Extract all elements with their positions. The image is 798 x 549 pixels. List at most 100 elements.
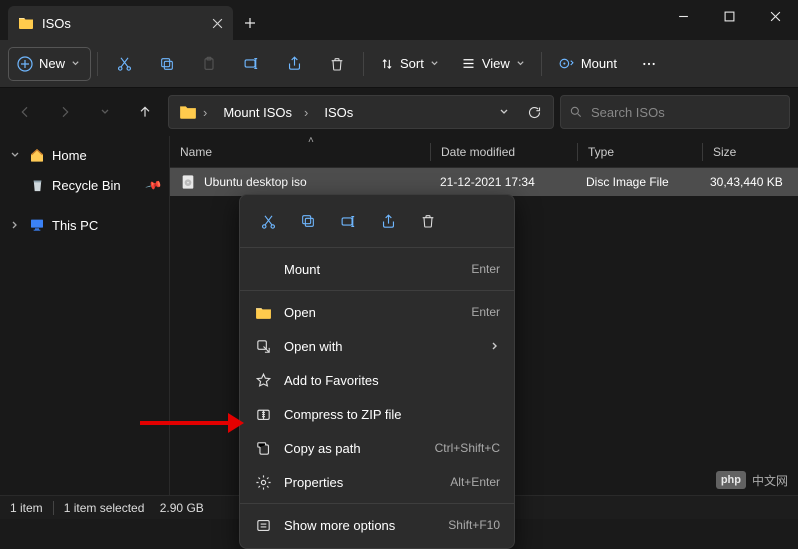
recycle-bin-icon <box>28 178 46 193</box>
ctx-copy-button[interactable] <box>290 205 326 237</box>
ctx-open-with[interactable]: Open with <box>240 329 514 363</box>
forward-button[interactable] <box>48 95 82 129</box>
minimize-button[interactable] <box>660 0 706 32</box>
divider <box>97 52 98 76</box>
list-icon <box>461 56 476 71</box>
close-button[interactable] <box>752 0 798 32</box>
sort-button[interactable]: Sort <box>370 47 449 81</box>
sidebar-item-thispc[interactable]: This PC <box>0 210 169 240</box>
pin-icon: 📌 <box>145 176 163 194</box>
ctx-copy-path[interactable]: Copy as path Ctrl+Shift+C <box>240 431 514 465</box>
tab-active[interactable]: ISOs <box>8 6 233 40</box>
more-button[interactable] <box>629 47 669 81</box>
status-selected: 1 item selected <box>64 501 145 515</box>
tab-title: ISOs <box>42 16 71 31</box>
mount-button[interactable]: Mount <box>548 47 627 81</box>
file-name: Ubuntu desktop iso <box>204 175 307 189</box>
status-size: 2.90 GB <box>160 501 204 515</box>
refresh-button[interactable] <box>519 97 549 127</box>
column-headers: ˄ Name Date modified Type Size <box>170 136 798 168</box>
view-button[interactable]: View <box>451 47 535 81</box>
sort-label: Sort <box>400 56 424 71</box>
file-type: Disc Image File <box>576 175 700 189</box>
file-size: 30,43,440 KB <box>700 175 798 189</box>
copy-path-icon <box>254 440 272 457</box>
ctx-open[interactable]: Open Enter <box>240 295 514 329</box>
recent-button[interactable] <box>88 95 122 129</box>
open-with-icon <box>254 338 272 355</box>
disc-file-icon <box>180 174 196 190</box>
ctx-properties[interactable]: Properties Alt+Enter <box>240 465 514 499</box>
search-box[interactable] <box>560 95 790 129</box>
chevron-right-icon <box>490 341 500 351</box>
watermark-tag: php <box>716 471 746 489</box>
sidebar-label: Home <box>52 148 87 163</box>
sidebar-label: This PC <box>52 218 98 233</box>
divider <box>363 52 364 76</box>
ctx-more-options[interactable]: Show more options Shift+F10 <box>240 508 514 542</box>
ctx-favorites[interactable]: Add to Favorites <box>240 363 514 397</box>
back-button[interactable] <box>8 95 42 129</box>
new-button[interactable]: New <box>8 47 91 81</box>
context-menu: Mount Enter Open Enter Open with Add to … <box>239 194 515 549</box>
chevron-down-icon <box>8 150 22 160</box>
up-button[interactable] <box>128 95 162 129</box>
sort-indicator-icon: ˄ <box>308 135 314 146</box>
sidebar-label: Recycle Bin <box>52 178 121 193</box>
disc-mount-icon <box>558 55 575 72</box>
zip-icon <box>254 406 272 423</box>
ctx-cut-button[interactable] <box>250 205 286 237</box>
titlebar: ISOs <box>0 0 798 40</box>
breadcrumb-root-icon[interactable]: › <box>173 99 215 125</box>
address-row: › Mount ISOs› ISOs <box>0 88 798 136</box>
ctx-compress[interactable]: Compress to ZIP file <box>240 397 514 431</box>
new-tab-button[interactable] <box>233 6 267 40</box>
column-type[interactable]: Type <box>578 145 702 159</box>
paste-button[interactable] <box>189 47 229 81</box>
rename-button[interactable] <box>231 47 272 81</box>
mount-label: Mount <box>581 56 617 71</box>
window-controls <box>660 0 798 32</box>
ctx-rename-button[interactable] <box>330 205 366 237</box>
search-input[interactable] <box>591 105 781 120</box>
file-date: 21-12-2021 17:34 <box>430 175 576 189</box>
more-options-icon <box>254 517 272 534</box>
folder-open-icon <box>254 304 272 321</box>
watermark: php 中文网 <box>716 471 788 489</box>
history-dropdown-button[interactable] <box>489 97 519 127</box>
sidebar: Home Recycle Bin 📌 This PC <box>0 136 170 495</box>
divider <box>541 52 542 76</box>
annotation-arrow <box>140 421 240 425</box>
ctx-delete-button[interactable] <box>410 205 446 237</box>
address-bar[interactable]: › Mount ISOs› ISOs <box>168 95 554 129</box>
toolbar: New Sort View Mount <box>0 40 798 88</box>
column-size[interactable]: Size <box>703 145 798 159</box>
copy-button[interactable] <box>147 47 187 81</box>
breadcrumb-item[interactable]: Mount ISOs› <box>217 101 316 124</box>
file-row[interactable]: Ubuntu desktop iso 21-12-2021 17:34 Disc… <box>170 168 798 196</box>
context-quick-actions <box>240 201 514 243</box>
view-label: View <box>482 56 510 71</box>
chevron-down-icon <box>516 59 525 68</box>
plus-circle-icon <box>17 56 33 72</box>
sidebar-item-recycle[interactable]: Recycle Bin 📌 <box>0 170 169 200</box>
cut-button[interactable] <box>104 47 145 81</box>
ctx-share-button[interactable] <box>370 205 406 237</box>
column-name[interactable]: Name <box>170 145 430 159</box>
sidebar-item-home[interactable]: Home <box>0 140 169 170</box>
home-icon <box>28 147 46 163</box>
tab-close-button[interactable] <box>212 18 223 29</box>
ctx-mount[interactable]: Mount Enter <box>240 252 514 286</box>
watermark-cn: 中文网 <box>752 472 788 489</box>
chevron-right-icon <box>8 220 22 230</box>
properties-icon <box>254 474 272 491</box>
status-count: 1 item <box>10 501 43 515</box>
chevron-down-icon <box>430 59 439 68</box>
breadcrumb-item[interactable]: ISOs <box>318 101 359 124</box>
share-button[interactable] <box>274 47 315 81</box>
column-date[interactable]: Date modified <box>431 145 577 159</box>
chevron-down-icon <box>71 59 80 68</box>
delete-button[interactable] <box>317 47 357 81</box>
search-icon <box>569 105 583 119</box>
maximize-button[interactable] <box>706 0 752 32</box>
